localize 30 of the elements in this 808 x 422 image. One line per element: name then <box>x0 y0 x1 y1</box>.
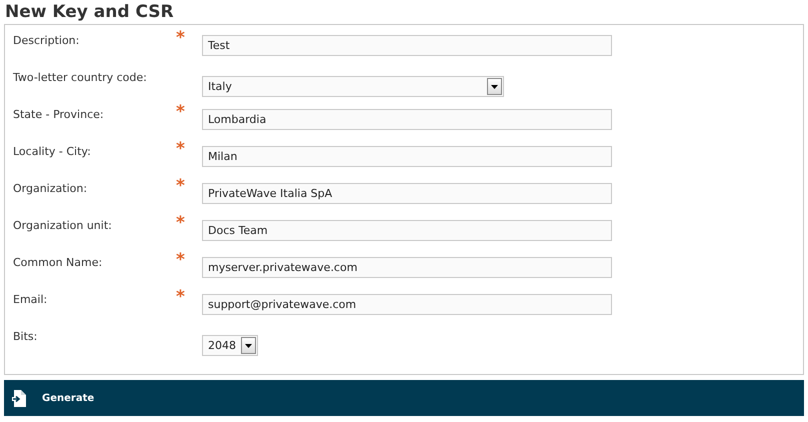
text-field[interactable]: Test <box>202 35 612 56</box>
required-asterisk: * <box>175 27 185 48</box>
field-label: Organization: <box>13 181 88 195</box>
required-asterisk: * <box>175 175 185 196</box>
text-field[interactable]: Milan <box>202 146 612 167</box>
text-field[interactable]: Lombardia <box>202 109 612 130</box>
text-field[interactable]: support@privatewave.com <box>202 294 612 315</box>
generate-button[interactable]: Generate <box>12 390 94 406</box>
required-asterisk: * <box>175 212 185 233</box>
dropdown[interactable]: Italy <box>202 76 504 97</box>
field-label: Two-letter country code: <box>13 70 148 84</box>
text-field[interactable]: PrivateWave Italia SpA <box>202 183 612 204</box>
text-field[interactable]: myserver.privatewave.com <box>202 257 612 278</box>
document-arrow-icon <box>12 390 26 406</box>
field-label: State - Province: <box>13 107 105 121</box>
field-label: Email: <box>13 292 48 306</box>
field-label: Common Name: <box>13 255 104 269</box>
page-title: New Key and CSR <box>4 1 175 24</box>
required-asterisk: * <box>175 101 185 122</box>
text-field[interactable]: Docs Team <box>202 220 612 241</box>
field-label: Description: <box>13 33 80 47</box>
field-label: Bits: <box>13 329 38 343</box>
caret-icon <box>241 337 256 354</box>
field-label: Locality - City: <box>13 144 92 158</box>
required-asterisk: * <box>175 249 185 270</box>
field-label: Organization unit: <box>13 218 113 232</box>
dropdown[interactable]: 2048 <box>202 335 258 356</box>
caret-icon <box>487 78 502 95</box>
required-asterisk: * <box>175 138 185 159</box>
required-asterisk: * <box>175 286 185 307</box>
